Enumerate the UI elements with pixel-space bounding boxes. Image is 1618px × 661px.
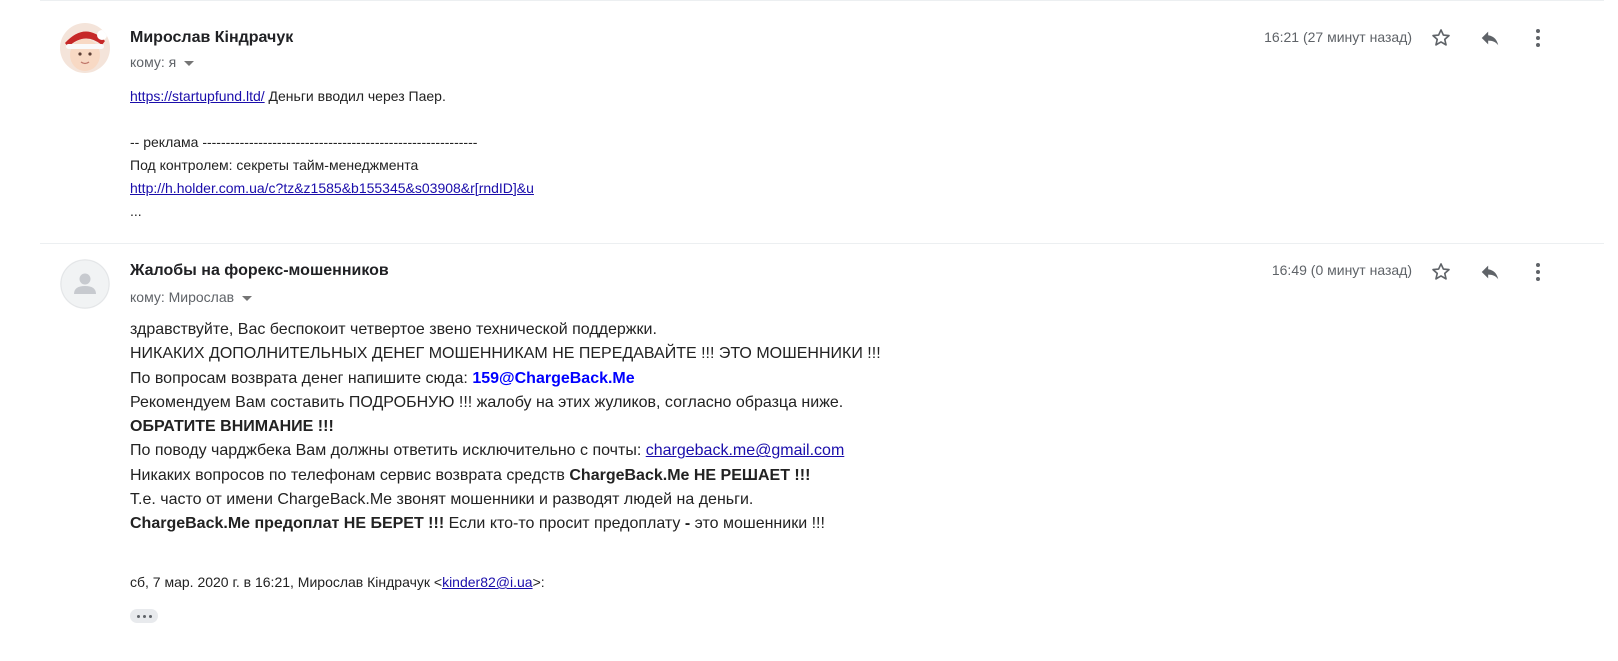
reply-icon — [1481, 31, 1499, 46]
chevron-down-icon[interactable] — [242, 295, 253, 301]
reply-icon — [1481, 265, 1499, 280]
sender-name[interactable]: Жалобы на форекс-мошенников — [130, 262, 389, 280]
bold-text: ChargeBack.Me НЕ РЕШАЕТ !!! — [569, 466, 811, 484]
reply-button[interactable] — [1476, 258, 1504, 286]
body-line: здравствуйте, Вас беспокоит четвертое зв… — [130, 321, 657, 338]
ad-separator: -- реклама -----------------------------… — [130, 134, 478, 150]
quote-suffix: >: — [532, 574, 545, 590]
more-horiz-icon — [136, 614, 140, 618]
email-message: Жалобы на форекс-мошенников кому: Миросл… — [0, 244, 1618, 661]
message-body: здравствуйте, Вас беспокоит четвертое зв… — [130, 318, 881, 537]
more-options-button[interactable] — [1524, 24, 1552, 52]
star-button[interactable] — [1427, 24, 1455, 52]
quoted-header: сб, 7 мар. 2020 г. в 16:21, Мирослав Кін… — [130, 574, 545, 590]
sender-name[interactable]: Мирослав Кіндрачук — [130, 29, 293, 47]
recipient-line[interactable]: кому: я — [130, 54, 195, 70]
ad-link[interactable]: http://h.holder.com.ua/c?tz&z1585&b15534… — [130, 180, 534, 196]
contact-email: 159@ChargeBack.Me — [472, 369, 635, 387]
bold-text: ChargeBack.Me предоплат НЕ БЕРЕТ !!! — [130, 515, 445, 533]
warning-heading: ОБРАТИТЕ ВНИМАНИЕ !!! — [130, 418, 334, 436]
body-link[interactable]: https://startupfund.ltd/ — [130, 88, 265, 104]
quote-prefix: сб, 7 мар. 2020 г. в 16:21, Мирослав Кін… — [130, 574, 443, 590]
email-link[interactable]: chargeback.me@gmail.com — [646, 442, 845, 459]
body-line: НИКАКИХ ДОПОЛНИТЕЛЬНЫХ ДЕНЕГ МОШЕННИКАМ … — [130, 345, 881, 363]
body-line: Рекомендуем Вам составить ПОДРОБНУЮ !!! … — [130, 393, 844, 411]
message-time: 16:49 (0 минут назад) — [1271, 262, 1412, 278]
recipient-line[interactable]: кому: Мирослав — [130, 289, 253, 305]
body-text: Если кто-то просит предоплату — [444, 515, 685, 533]
show-trimmed-content-button[interactable] — [130, 609, 158, 623]
recipient-label: кому: Мирослав — [130, 289, 235, 305]
email-message: Мирослав Кіндрачук кому: я 16:21 (27 мин… — [0, 0, 1618, 244]
body-text: Никаких вопросов по телефонам сервис воз… — [130, 466, 570, 484]
body-text: По поводу чарджбека Вам должны ответить … — [130, 442, 646, 460]
divider — [40, 0, 1604, 1]
reply-button[interactable] — [1476, 24, 1504, 52]
trimmed-ellipsis: ... — [130, 203, 142, 219]
quote-email-link[interactable]: kinder82@i.ua — [442, 574, 533, 590]
sender-avatar[interactable] — [60, 23, 110, 73]
chevron-down-icon[interactable] — [184, 60, 195, 66]
more-options-button[interactable] — [1524, 258, 1552, 286]
star-button[interactable] — [1427, 258, 1455, 286]
body-text: По вопросам возврата денег напишите сюда… — [130, 369, 473, 387]
star-icon — [1432, 29, 1450, 46]
message-body: https://startupfund.ltd/ Деньги вводил ч… — [130, 85, 534, 223]
ad-title: Под контролем: секреты тайм-менеджмента — [130, 157, 419, 173]
sender-avatar[interactable] — [60, 259, 110, 309]
more-vert-icon — [1536, 29, 1540, 47]
more-vert-icon — [1536, 263, 1540, 281]
message-time: 16:21 (27 минут назад) — [1264, 29, 1412, 45]
body-text: Деньги вводил через Паер. — [264, 88, 446, 104]
body-line: Т.е. часто от имени ChargeBack.Me звонят… — [130, 491, 754, 509]
body-text: это мошенники !!! — [690, 515, 825, 533]
recipient-label: кому: я — [130, 54, 177, 70]
star-icon — [1432, 263, 1450, 280]
